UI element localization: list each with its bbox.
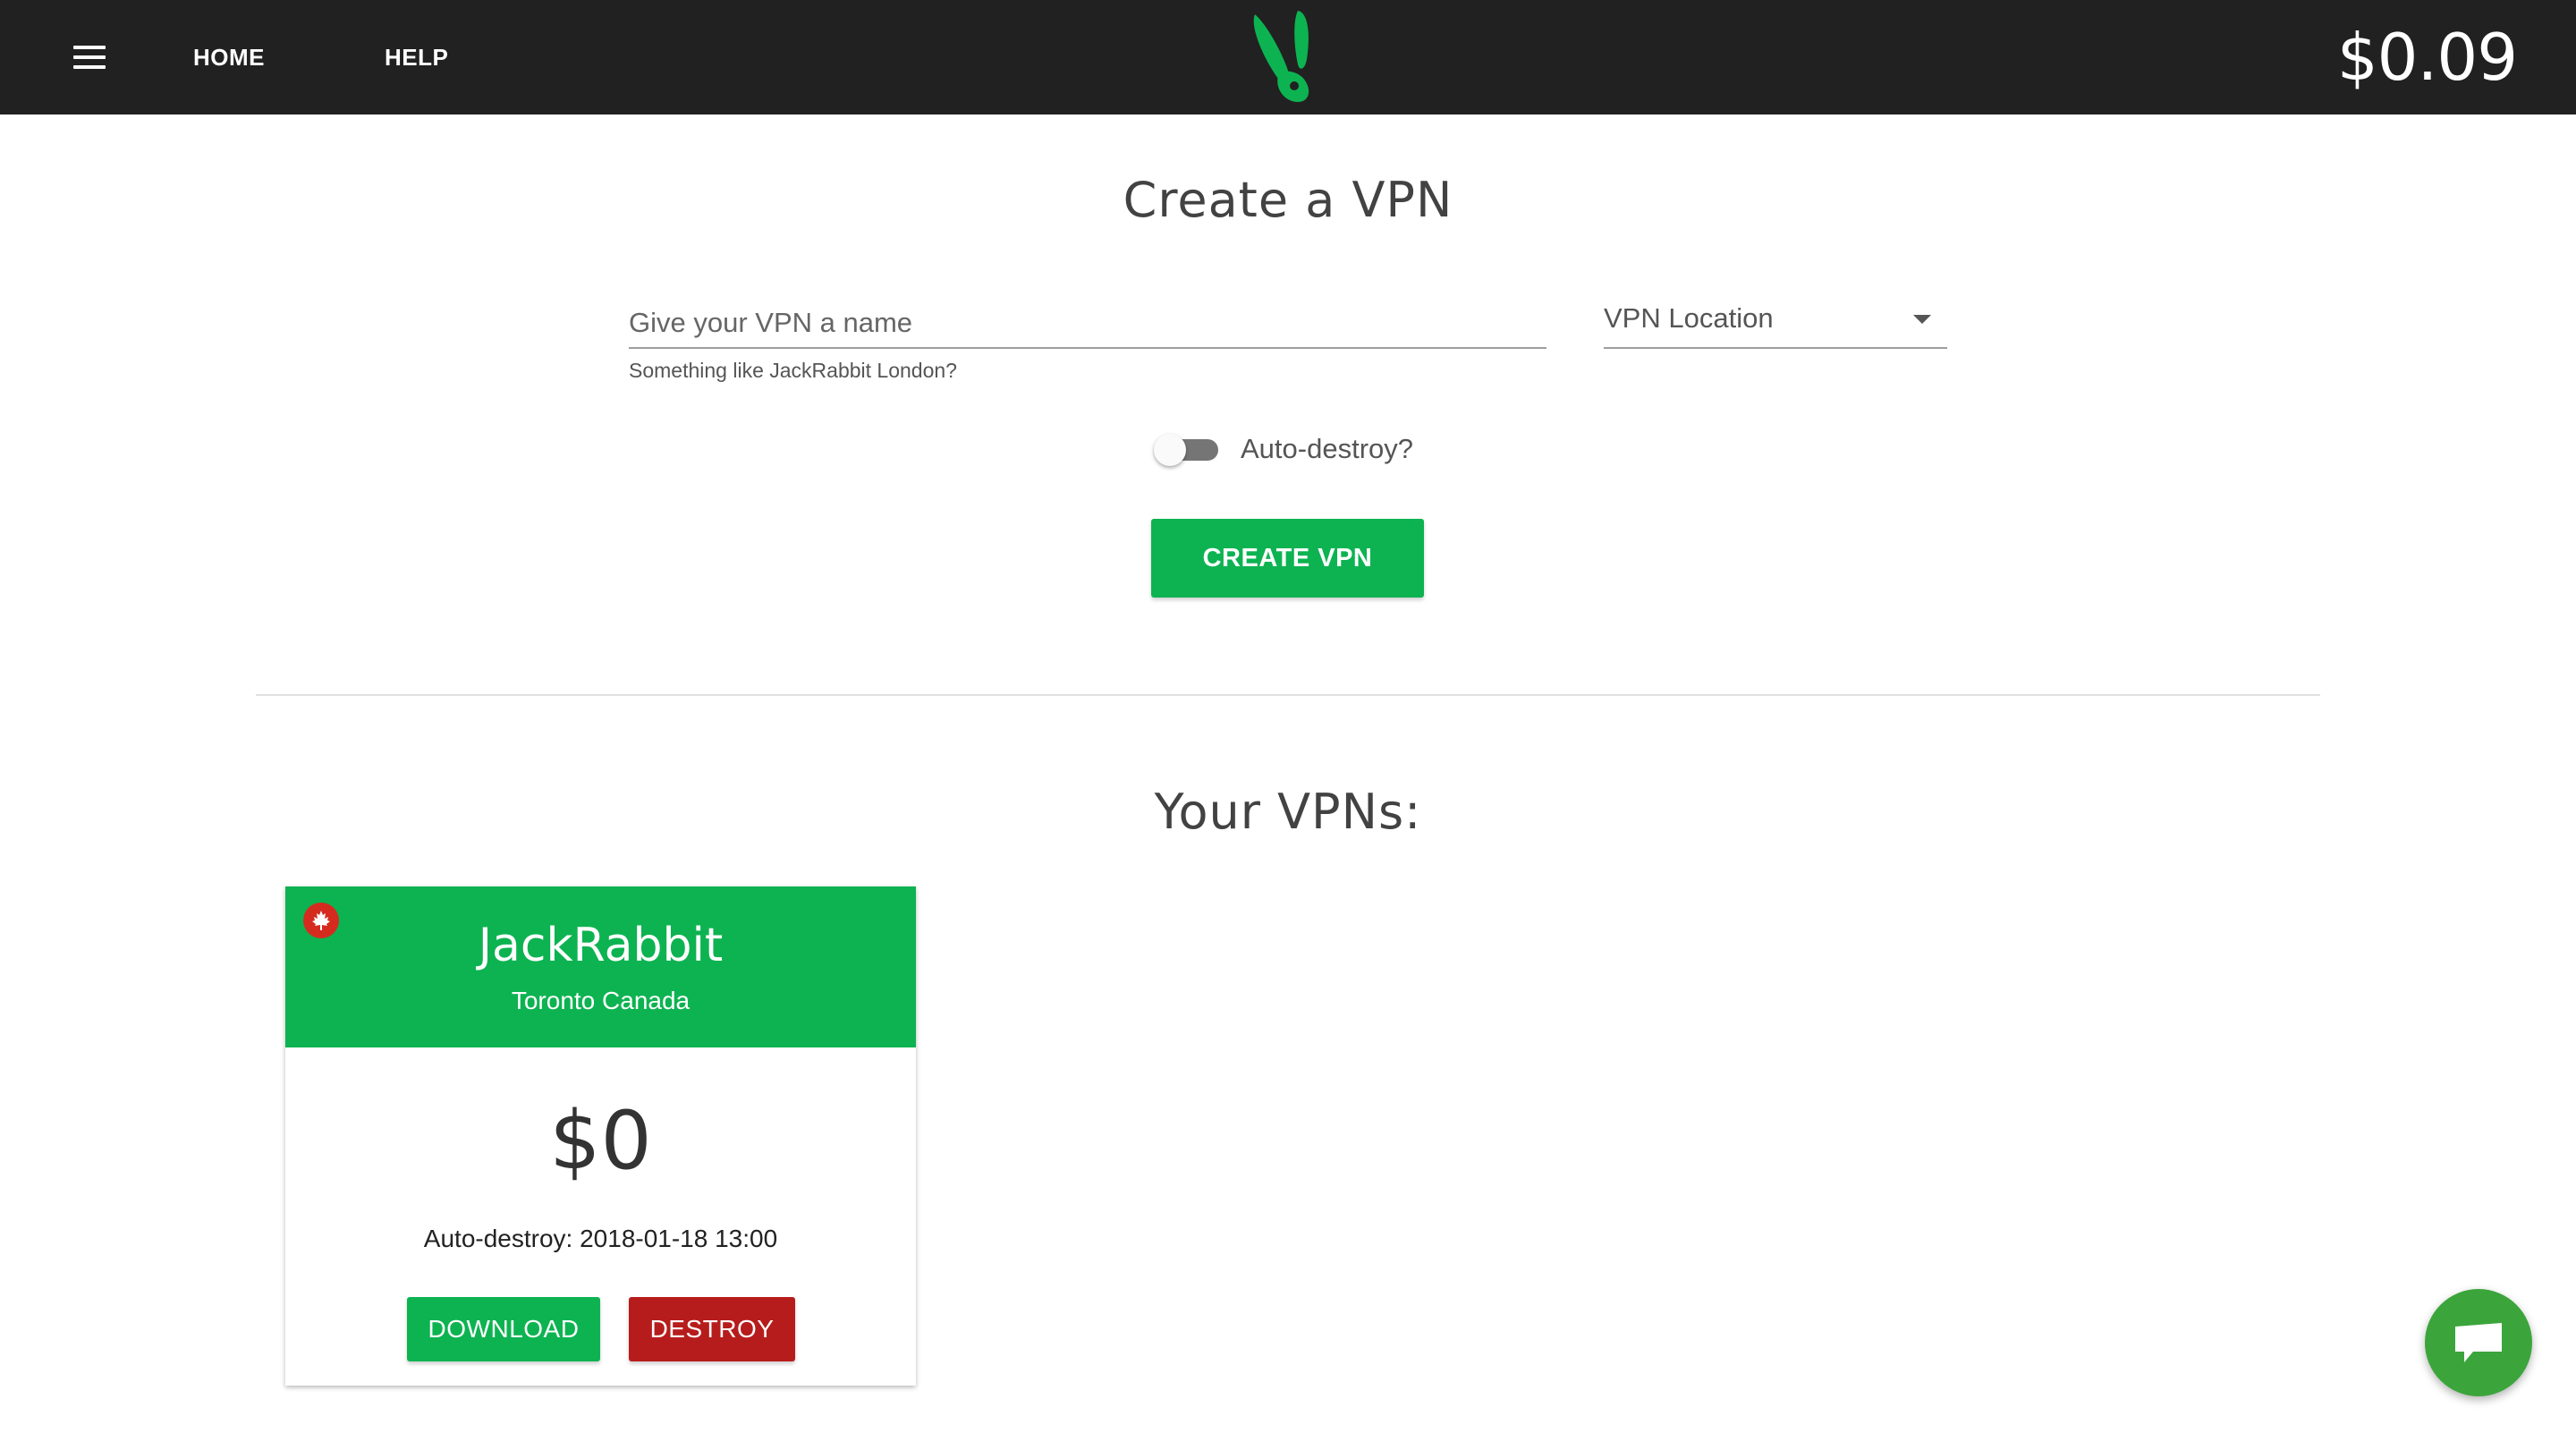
vpn-name-input[interactable] bbox=[629, 295, 1546, 345]
auto-destroy-label: Auto-destroy? bbox=[1241, 433, 1413, 464]
toggle-thumb bbox=[1154, 434, 1186, 466]
vpn-card-header: JackRabbit Toronto Canada bbox=[285, 886, 916, 1047]
vpn-card-auto-destroy: Auto-destroy: 2018-01-18 13:00 bbox=[423, 1225, 778, 1252]
menu-line bbox=[73, 46, 106, 49]
destroy-button[interactable]: DESTROY bbox=[629, 1297, 795, 1361]
vpn-location-select[interactable]: VPN Location bbox=[1604, 295, 1947, 349]
menu-line bbox=[73, 55, 106, 59]
vpn-card: JackRabbit Toronto Canada $0 Auto-destro… bbox=[285, 886, 916, 1386]
account-balance: $0.09 bbox=[2336, 20, 2518, 95]
download-button[interactable]: DOWNLOAD bbox=[407, 1297, 600, 1361]
vpn-list-title: Your VPNs: bbox=[1154, 784, 1422, 840]
nav-home-link[interactable]: HOME bbox=[193, 0, 265, 114]
vpn-location-label: VPN Location bbox=[1604, 302, 1774, 334]
auto-destroy-toggle[interactable] bbox=[1154, 432, 1222, 466]
chat-bubble-icon bbox=[2455, 1323, 2502, 1362]
vpn-name-hint: Something like JackRabbit London? bbox=[629, 359, 957, 382]
dropdown-arrow-icon bbox=[1913, 315, 1931, 324]
menu-line bbox=[73, 65, 106, 69]
rabbit-ears-logo-icon[interactable] bbox=[1248, 9, 1328, 104]
chat-launcher-button[interactable] bbox=[2425, 1289, 2532, 1396]
page-title: Create a VPN bbox=[1123, 172, 1453, 228]
create-vpn-button[interactable]: CREATE VPN bbox=[1151, 519, 1424, 598]
top-app-bar: HOME HELP $0.09 bbox=[0, 0, 2576, 114]
vpn-card-cost: $0 bbox=[549, 1094, 652, 1188]
vpn-name-field[interactable] bbox=[629, 295, 1546, 349]
section-divider bbox=[256, 694, 2320, 696]
hamburger-menu-icon[interactable] bbox=[57, 34, 122, 81]
nav-help-link[interactable]: HELP bbox=[385, 0, 448, 114]
vpn-card-name: JackRabbit bbox=[478, 919, 724, 972]
vpn-card-location: Toronto Canada bbox=[511, 987, 691, 1014]
